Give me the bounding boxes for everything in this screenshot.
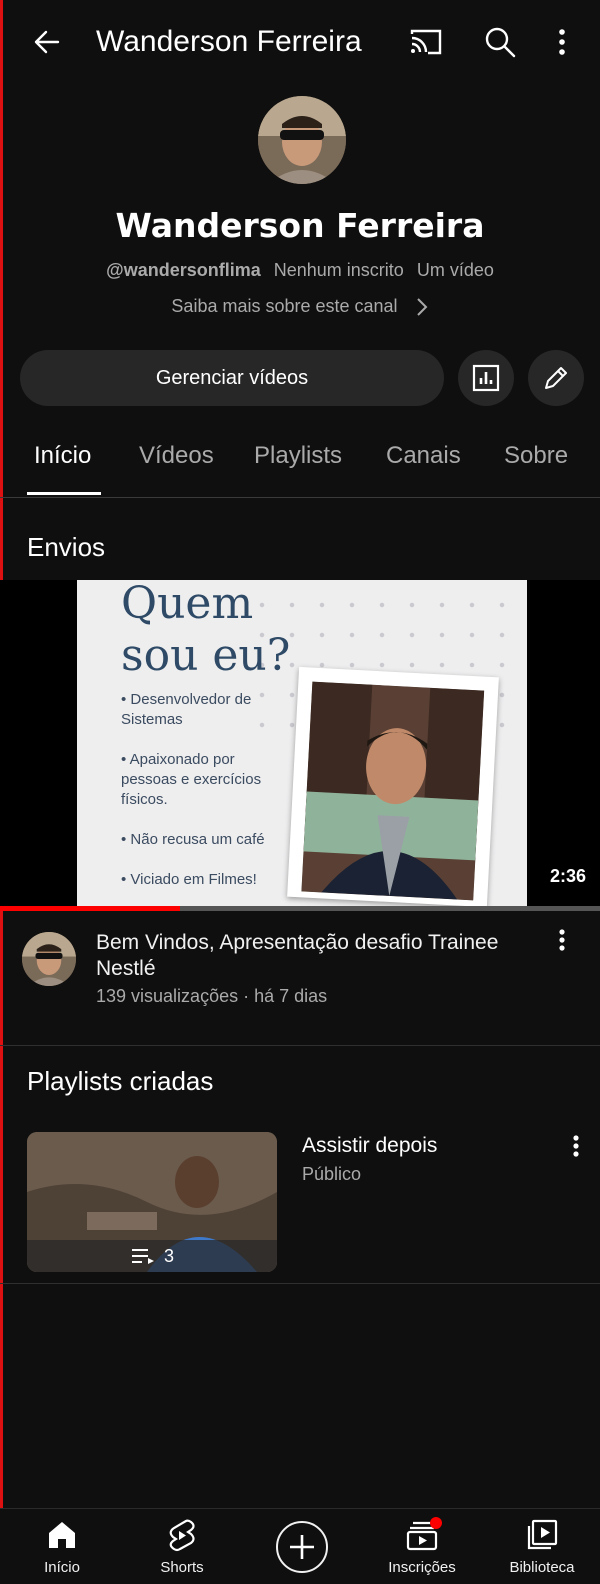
playlists-section-title: Playlists criadas: [27, 1066, 214, 1096]
analytics-icon: [472, 364, 500, 392]
thumbnail-bullet: • Não recusa um café: [121, 831, 265, 848]
playlist-name[interactable]: Assistir depois: [302, 1134, 437, 1158]
home-icon: [49, 1522, 75, 1548]
video-channel-avatar[interactable]: [22, 932, 76, 986]
tab-canais[interactable]: Canais: [386, 442, 461, 470]
channel-avatar[interactable]: [258, 96, 346, 184]
video-meta: 139 visualizações · há 7 dias: [96, 986, 328, 1006]
bottom-navigation: Início Shorts Inscrições Biblioteca: [0, 1508, 600, 1584]
thumbnail-bullet: • Apaixonado por pessoas e exercícios fí…: [121, 751, 262, 808]
page-title: Wanderson Ferreira: [96, 25, 362, 58]
uploads-section-title: Envios: [27, 532, 106, 562]
channel-meta: @wandersonflima Nenhum inscrito Um vídeo: [0, 260, 600, 281]
video-player-thumbnail[interactable]: Quem sou eu? • Desenvolvedor de Sistemas…: [0, 580, 600, 910]
video-more-icon[interactable]: [550, 926, 574, 956]
nav-item-inicio[interactable]: Início: [2, 1509, 122, 1584]
nav-item-biblioteca[interactable]: Biblioteca: [482, 1509, 600, 1584]
thumbnail-bullet: • Desenvolvedor de Sistemas: [121, 691, 252, 728]
top-app-bar: Wanderson Ferreira: [0, 0, 600, 84]
manage-videos-button[interactable]: Gerenciar vídeos: [20, 350, 444, 406]
pencil-icon: [545, 367, 567, 389]
nav-item-inscricoes[interactable]: Inscrições: [362, 1509, 482, 1584]
nav-item-shorts[interactable]: Shorts: [122, 1509, 242, 1584]
thumbnail-photo: [287, 666, 499, 908]
library-icon: [527, 1519, 558, 1550]
video-thumbnail: Quem sou eu? • Desenvolvedor de Sistemas…: [77, 580, 527, 910]
thumbnail-bullets: • Desenvolvedor de Sistemas • Apaixonado…: [121, 690, 291, 910]
channel-handle: @wandersonflima: [106, 260, 261, 280]
playlist-count-overlay: 3: [27, 1240, 277, 1272]
playlist-thumbnail[interactable]: 3: [27, 1132, 277, 1272]
about-link-label: Saiba mais sobre este canal: [171, 296, 398, 316]
create-plus-icon[interactable]: [276, 1521, 328, 1573]
video-duration-badge: 2:36: [543, 862, 592, 891]
nav-label-biblioteca: Biblioteca: [509, 1559, 575, 1576]
back-arrow-icon[interactable]: [28, 22, 68, 62]
watch-progress-fill: [0, 906, 180, 911]
tab-inicio[interactable]: Início: [34, 442, 91, 470]
subscriber-count: Nenhum inscrito: [273, 260, 404, 280]
edit-channel-button[interactable]: [528, 350, 584, 406]
tab-sobre[interactable]: Sobre: [504, 442, 568, 470]
more-vert-icon[interactable]: [548, 22, 588, 62]
playlist-item[interactable]: 3 Assistir depois Público: [0, 1132, 600, 1284]
about-channel-link[interactable]: Saiba mais sobre este canal: [0, 296, 600, 318]
watch-progress-bar: [0, 906, 600, 911]
analytics-button[interactable]: [458, 350, 514, 406]
search-icon[interactable]: [480, 22, 520, 62]
playlist-more-icon[interactable]: [564, 1132, 588, 1162]
shorts-icon: [169, 1519, 195, 1552]
tab-videos[interactable]: Vídeos: [139, 442, 214, 470]
channel-name: Wanderson Ferreira: [115, 206, 485, 245]
playlist-icon: [131, 1249, 154, 1264]
video-title[interactable]: Bem Vindos, Apresentação desafio Trainee…: [96, 930, 536, 982]
chevron-right-icon: [416, 298, 427, 316]
nav-label-shorts: Shorts: [160, 1559, 204, 1576]
cast-icon[interactable]: [406, 22, 446, 62]
thumbnail-heading-line2: sou eu?: [121, 630, 291, 681]
notification-dot: [430, 1517, 442, 1529]
thumbnail-bullet: • Viciado em Filmes!: [121, 871, 257, 888]
thumbnail-heading-line1: Quem: [121, 580, 254, 629]
playlist-count: 3: [163, 1245, 174, 1266]
active-tab-indicator: [27, 492, 101, 495]
video-info[interactable]: Bem Vindos, Apresentação desafio Trainee…: [0, 926, 600, 1046]
playlist-privacy: Público: [302, 1164, 362, 1184]
tab-playlists[interactable]: Playlists: [254, 442, 342, 470]
nav-label-inscricoes: Inscrições: [388, 1559, 456, 1576]
video-count: Um vídeo: [416, 260, 494, 280]
channel-tabs: Início Vídeos Playlists Canais Sobre: [0, 430, 600, 498]
nav-label-inicio: Início: [44, 1559, 80, 1576]
